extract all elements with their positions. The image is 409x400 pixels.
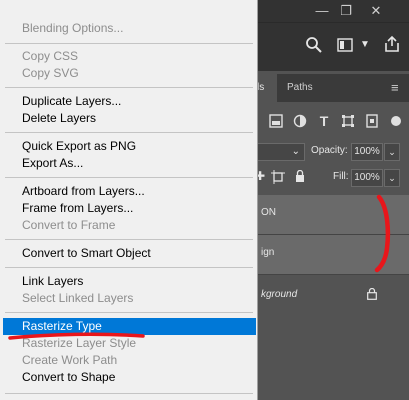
type-filter-icon[interactable]: T: [317, 114, 331, 128]
menu-item-select-linked-layers[interactable]: Select Linked Layers: [0, 290, 257, 307]
minimize-icon[interactable]: —: [313, 3, 331, 19]
pixel-filter-icon[interactable]: [269, 114, 283, 128]
menu-item-artboard-from-layers[interactable]: Artboard from Layers...: [0, 183, 257, 200]
menu-separator: [5, 132, 253, 133]
tab-layers[interactable]: ls: [255, 74, 277, 102]
menu-item-blending-options[interactable]: Blending Options...: [0, 20, 257, 37]
menu-item-copy-svg[interactable]: Copy SVG: [0, 65, 257, 82]
layer-row[interactable]: ign: [255, 235, 409, 275]
panel-tabs: ls Paths ≡: [255, 74, 409, 102]
layer-row[interactable]: ON: [255, 195, 409, 235]
opacity-chevron-icon[interactable]: ⌄: [384, 143, 400, 161]
menu-item-create-work-path[interactable]: Create Work Path: [0, 352, 257, 369]
title-bar: — ❐ ✕: [255, 0, 409, 22]
menu-item-copy-css[interactable]: Copy CSS: [0, 48, 257, 65]
blend-mode-select[interactable]: ⌄: [255, 143, 305, 161]
chevron-down-icon[interactable]: ▼: [359, 36, 371, 54]
menu-separator: [5, 43, 253, 44]
restore-icon[interactable]: ❐: [337, 3, 355, 19]
fill-input[interactable]: 100%: [351, 169, 383, 187]
menu-separator: [5, 87, 253, 88]
blend-opacity-row: ⌄ Opacity: 100% ⌄: [255, 140, 409, 164]
menu-item-convert-to-frame[interactable]: Convert to Frame: [0, 217, 257, 234]
filter-toggle-icon[interactable]: [389, 114, 403, 128]
layer-filter-row: T: [255, 108, 409, 136]
menu-item-frame-from-layers[interactable]: Frame from Layers...: [0, 200, 257, 217]
lock-artboard-icon[interactable]: [271, 170, 285, 184]
smart-object-filter-icon[interactable]: [365, 114, 379, 128]
lock-all-icon[interactable]: [295, 170, 305, 183]
menu-separator: [5, 177, 253, 178]
menu-separator: [5, 312, 253, 313]
search-icon[interactable]: [305, 36, 323, 54]
menu-item-link-layers[interactable]: Link Layers: [0, 273, 257, 290]
adjustment-filter-icon[interactable]: [293, 114, 307, 128]
options-bar: ▼: [255, 22, 409, 71]
menu-item-rasterize-layer-style[interactable]: Rasterize Layer Style: [0, 335, 257, 352]
share-icon[interactable]: [383, 35, 401, 53]
background-layer-row[interactable]: kground: [255, 277, 409, 313]
shape-filter-icon[interactable]: [341, 114, 355, 128]
menu-item-quick-export-png[interactable]: Quick Export as PNG: [0, 138, 257, 155]
opacity-input[interactable]: 100%: [351, 143, 383, 161]
fill-chevron-icon[interactable]: ⌄: [384, 169, 400, 187]
menu-separator: [5, 393, 253, 394]
layer-name: ign: [261, 247, 275, 258]
menu-item-delete-layers[interactable]: Delete Layers: [0, 110, 257, 127]
layer-name: kground: [261, 289, 298, 300]
workspace-icon[interactable]: [337, 37, 353, 53]
close-icon[interactable]: ✕: [367, 3, 385, 19]
context-menu: Blending Options... Copy CSS Copy SVG Du…: [0, 0, 258, 400]
lock-fill-row: ✚ Fill: 100% ⌄: [255, 165, 409, 189]
menu-item-export-as[interactable]: Export As...: [0, 155, 257, 172]
menu-item-convert-to-shape[interactable]: Convert to Shape: [0, 369, 257, 386]
menu-separator: [5, 239, 253, 240]
fill-label: Fill:: [333, 171, 349, 182]
layer-name: ON: [261, 207, 276, 218]
menu-item-rasterize-type[interactable]: Rasterize Type: [3, 318, 256, 335]
tab-paths[interactable]: Paths: [287, 74, 327, 102]
menu-item-duplicate-layers[interactable]: Duplicate Layers...: [0, 93, 257, 110]
menu-separator: [5, 267, 253, 268]
menu-item-convert-to-smart-object[interactable]: Convert to Smart Object: [0, 245, 257, 262]
lock-icon: [367, 288, 377, 300]
panel-menu-icon[interactable]: ≡: [391, 74, 407, 102]
opacity-label: Opacity:: [311, 145, 348, 156]
